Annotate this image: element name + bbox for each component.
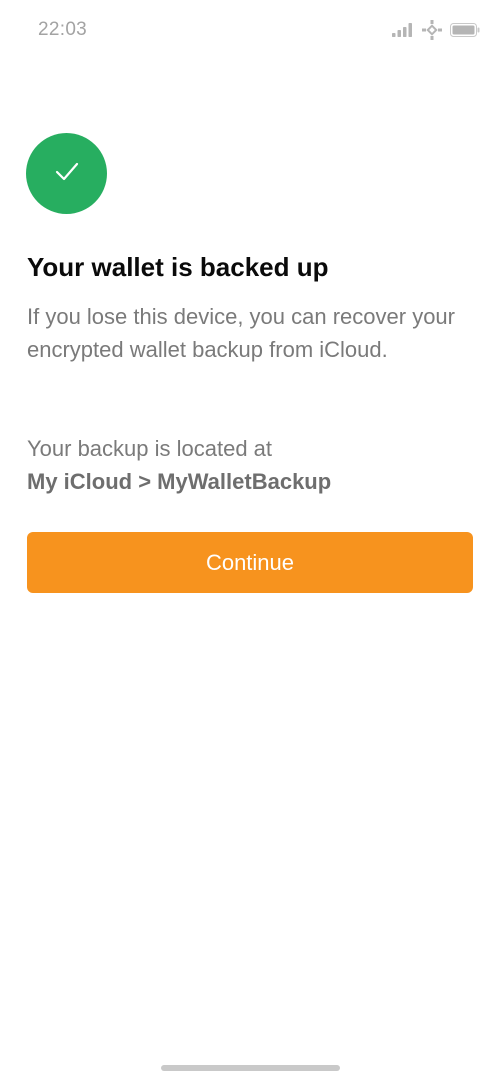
network-icon [422,20,442,45]
battery-icon [450,23,480,42]
status-icons [392,20,480,45]
checkmark-icon [52,156,82,191]
backup-location-label: Your backup is located at [27,436,273,461]
recovery-description: If you lose this device, you can recover… [27,304,455,362]
page-title: Your wallet is backed up [27,252,329,282]
home-indicator[interactable] [161,1065,340,1071]
backup-location-path: My iCloud > MyWalletBackup [27,469,332,494]
success-badge [26,133,107,214]
signal-icon [392,23,414,42]
status-time: 22:03 [38,19,88,40]
continue-button[interactable]: Continue [27,532,473,593]
status-bar: 22:03 [0,0,500,60]
backup-success-screen: 22:03 Your wallet is backed up If you lo… [0,0,500,1083]
